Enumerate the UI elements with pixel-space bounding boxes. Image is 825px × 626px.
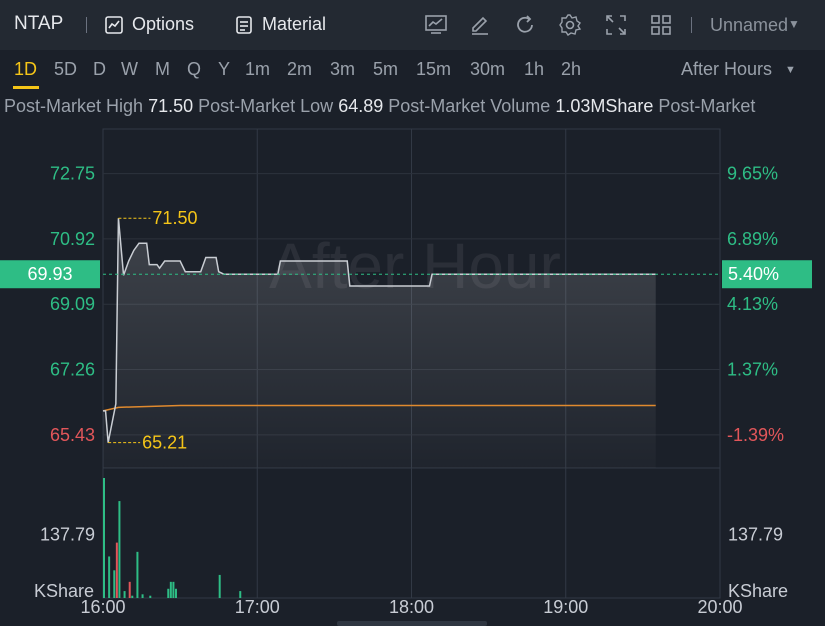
volume-bar	[172, 581, 175, 598]
percent-tick-label: 9.65%	[727, 164, 778, 184]
current-price-label: 69.93	[27, 264, 72, 284]
volume-tick-label-right: 137.79	[728, 524, 783, 544]
x-tick-label: 18:00	[389, 597, 434, 617]
price-tick-label: 70.92	[50, 229, 95, 249]
high-marker-label: 71.50	[152, 208, 197, 228]
percent-tick-label: 4.13%	[727, 294, 778, 314]
volume-bar	[131, 595, 134, 598]
price-tick-label: 69.09	[50, 294, 95, 314]
price-tick-label: 65.43	[50, 425, 95, 445]
volume-bar	[113, 570, 116, 598]
current-percent-label: 5.40%	[728, 264, 779, 284]
volume-bar	[118, 501, 121, 598]
volume-bar	[167, 588, 170, 598]
volume-unit-label: KShare	[34, 581, 94, 601]
price-tick-label: 67.26	[50, 360, 95, 380]
volume-bar	[115, 542, 118, 598]
volume-bar	[169, 581, 172, 598]
volume-bar	[103, 478, 105, 598]
percent-tick-label: 1.37%	[727, 360, 778, 380]
volume-bar	[174, 588, 177, 598]
volume-unit-label-right: KShare	[728, 581, 788, 601]
volume-bar	[108, 556, 111, 598]
low-marker-label: 65.21	[142, 433, 187, 453]
percent-tick-label: -1.39%	[727, 425, 784, 445]
volume-bar	[136, 551, 139, 598]
volume-bar	[149, 595, 152, 598]
volume-bar	[141, 594, 144, 598]
volume-bar	[218, 574, 221, 598]
price-tick-label: 72.75	[50, 164, 95, 184]
percent-tick-label: 6.89%	[727, 229, 778, 249]
price-chart[interactable]: After Hour 16:00 17:00 18:00 19:00 20:0072.7…	[0, 0, 825, 626]
volume-bar	[128, 581, 131, 598]
horizontal-scrollbar[interactable]	[337, 621, 487, 626]
x-tick-label: 19:00	[543, 597, 588, 617]
x-tick-label: 17:00	[235, 597, 280, 617]
volume-tick-label: 137.79	[40, 524, 95, 544]
